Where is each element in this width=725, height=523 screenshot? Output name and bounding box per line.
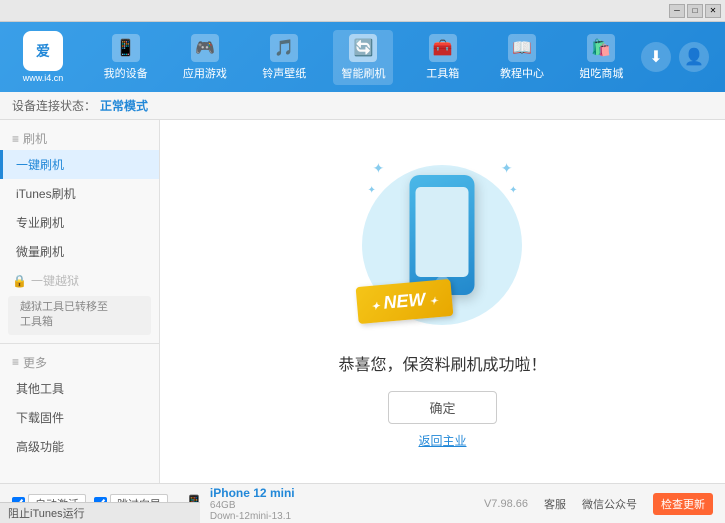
sidebar-item-other-tools[interactable]: 其他工具 <box>0 374 159 403</box>
sidebar-item-pro-flash[interactable]: 专业刷机 <box>0 208 159 237</box>
jailbreak-note-text: 越狱工具已转移至工具箱 <box>20 301 108 328</box>
itunes-status-bar[interactable]: 阻止iTunes运行 <box>0 502 200 523</box>
app-container: 爱 www.i4.cn 📱 我的设备 🎮 应用游戏 🎵 铃声壁纸 🔄 智能刷机 <box>0 22 725 523</box>
phone-screen <box>416 187 469 277</box>
sidebar-item-micro-flash[interactable]: 微量刷机 <box>0 237 159 266</box>
phone-body <box>410 175 475 295</box>
nav-my-device-label: 我的设备 <box>104 65 148 81</box>
customer-service-link[interactable]: 客服 <box>544 496 566 512</box>
sidebar: ≡ 刷机 一键刷机 iTunes刷机 专业刷机 微量刷机 🔒 一键越狱 越狱工具… <box>0 120 160 483</box>
nav-smart-flash-icon: 🔄 <box>349 34 377 62</box>
sidebar-item-download-firmware[interactable]: 下载固件 <box>0 403 159 432</box>
nav-toolbox[interactable]: 🧰 工具箱 <box>413 30 473 85</box>
nav-bar: 📱 我的设备 🎮 应用游戏 🎵 铃声壁纸 🔄 智能刷机 🧰 工具箱 📖 <box>86 30 641 85</box>
main-content: ✦ ✦ ✦ ✦ NEW 恭喜您，保资料刷机成功啦！ 确定 返回主业 <box>160 120 725 483</box>
bottom-right: V7.98.66 客服 微信公众号 检查更新 <box>484 493 713 515</box>
sidebar-section-flash: ≡ 刷机 <box>0 124 159 150</box>
success-container: ✦ ✦ ✦ ✦ NEW 恭喜您，保资料刷机成功啦！ 确定 返回主业 <box>338 155 546 449</box>
check-update-button[interactable]: 检查更新 <box>653 493 713 515</box>
minimize-button[interactable]: ─ <box>669 4 685 18</box>
sparkle-1: ✦ <box>372 160 384 177</box>
more-section-icon: ≡ <box>12 355 19 369</box>
itunes-flash-label: iTunes刷机 <box>16 185 76 202</box>
jailbreak-lock-icon: 🔒 <box>12 274 27 288</box>
nav-ringtones-label: 铃声壁纸 <box>262 65 306 81</box>
one-click-label: 一键刷机 <box>16 156 64 173</box>
other-tools-label: 其他工具 <box>16 380 64 397</box>
sparkle-2: ✦ <box>501 160 513 177</box>
content-area: ≡ 刷机 一键刷机 iTunes刷机 专业刷机 微量刷机 🔒 一键越狱 越狱工具… <box>0 120 725 483</box>
nav-apps-icon: 🎮 <box>191 34 219 62</box>
wechat-link[interactable]: 微信公众号 <box>582 496 637 512</box>
back-link[interactable]: 返回主业 <box>418 432 466 449</box>
header: 爱 www.i4.cn 📱 我的设备 🎮 应用游戏 🎵 铃声壁纸 🔄 智能刷机 <box>0 22 725 92</box>
logo[interactable]: 爱 www.i4.cn <box>8 31 78 83</box>
flash-section-label: 刷机 <box>23 130 47 147</box>
download-firmware-label: 下载固件 <box>16 409 64 426</box>
nav-toolbox-icon: 🧰 <box>429 34 457 62</box>
status-bar: 设备连接状态： 正常模式 <box>0 92 725 120</box>
window-controls: ─ □ ✕ <box>669 4 721 18</box>
nav-smart-flash-label: 智能刷机 <box>341 65 385 81</box>
success-text: 恭喜您，保资料刷机成功啦！ <box>338 351 546 375</box>
jailbreak-section-label: 一键越狱 <box>31 272 79 289</box>
close-button[interactable]: ✕ <box>705 4 721 18</box>
nav-mall[interactable]: 🛍️ 姐吃商城 <box>571 30 631 85</box>
nav-apps[interactable]: 🎮 应用游戏 <box>175 30 235 85</box>
nav-my-device-icon: 📱 <box>112 34 140 62</box>
advanced-label: 高级功能 <box>16 438 64 455</box>
nav-mall-label: 姐吃商城 <box>579 65 623 81</box>
logo-icon: 爱 <box>23 31 63 71</box>
nav-smart-flash[interactable]: 🔄 智能刷机 <box>333 30 393 85</box>
nav-apps-label: 应用游戏 <box>183 65 227 81</box>
status-value: 正常模式 <box>100 97 148 114</box>
version-text: V7.98.66 <box>484 498 528 510</box>
nav-ringtones[interactable]: 🎵 铃声壁纸 <box>254 30 314 85</box>
sparkle-4: ✦ <box>509 185 517 196</box>
sidebar-item-advanced[interactable]: 高级功能 <box>0 432 159 461</box>
nav-my-device[interactable]: 📱 我的设备 <box>96 30 156 85</box>
status-label: 设备连接状态： <box>12 97 96 114</box>
user-button[interactable]: 👤 <box>679 42 709 72</box>
sparkle-3: ✦ <box>367 185 375 196</box>
micro-flash-label: 微量刷机 <box>16 243 64 260</box>
device-details: iPhone 12 mini 64GB Down-12mini-13.1 <box>210 486 295 522</box>
nav-tutorials[interactable]: 📖 教程中心 <box>492 30 552 85</box>
pro-flash-label: 专业刷机 <box>16 214 64 231</box>
sidebar-section-more: ≡ 更多 <box>0 348 159 374</box>
device-info: 📱 iPhone 12 mini 64GB Down-12mini-13.1 <box>184 486 295 522</box>
device-name: iPhone 12 mini <box>210 486 295 500</box>
nav-mall-icon: 🛍️ <box>587 34 615 62</box>
new-badge: NEW <box>356 278 454 323</box>
logo-url: www.i4.cn <box>23 73 64 83</box>
sidebar-item-one-click[interactable]: 一键刷机 <box>0 150 159 179</box>
sidebar-section-jailbreak: 🔒 一键越狱 <box>0 266 159 292</box>
itunes-status-text: 阻止iTunes运行 <box>8 508 85 520</box>
nav-tutorials-label: 教程中心 <box>500 65 544 81</box>
sidebar-item-itunes-flash[interactable]: iTunes刷机 <box>0 179 159 208</box>
jailbreak-note: 越狱工具已转移至工具箱 <box>8 296 151 335</box>
more-section-label: 更多 <box>23 354 47 371</box>
nav-ringtones-icon: 🎵 <box>270 34 298 62</box>
flash-section-icon: ≡ <box>12 132 19 146</box>
maximize-button[interactable]: □ <box>687 4 703 18</box>
device-model: Down-12mini-13.1 <box>210 511 295 522</box>
nav-tutorials-icon: 📖 <box>508 34 536 62</box>
device-storage: 64GB <box>210 500 295 511</box>
download-button[interactable]: ⬇ <box>641 42 671 72</box>
confirm-button[interactable]: 确定 <box>388 391 496 424</box>
sidebar-divider-1 <box>0 343 159 344</box>
nav-right-buttons: ⬇ 👤 <box>641 42 717 72</box>
nav-toolbox-label: 工具箱 <box>426 65 459 81</box>
phone-illustration: ✦ ✦ ✦ ✦ NEW <box>362 155 522 335</box>
title-bar: ─ □ ✕ <box>0 0 725 22</box>
